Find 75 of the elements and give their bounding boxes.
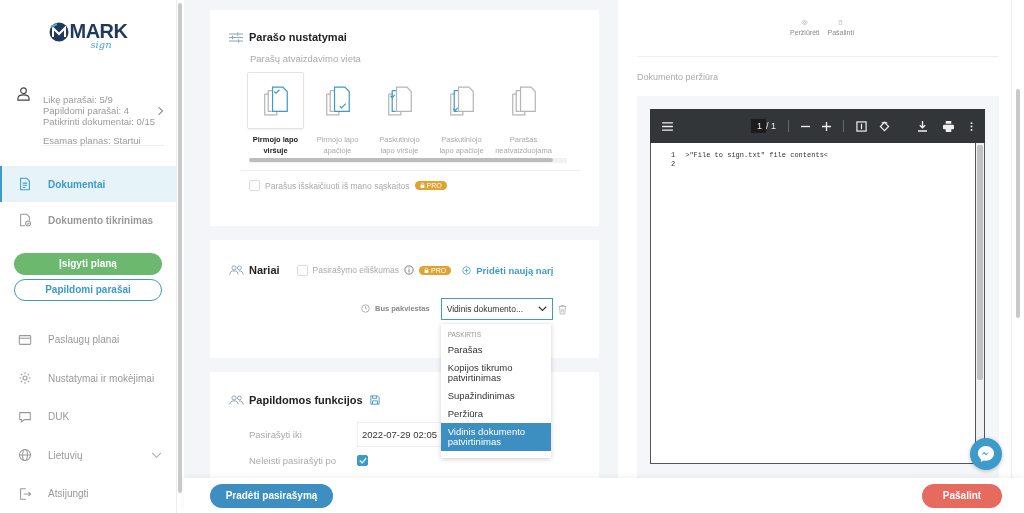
- nav-item[interactable]: Dokumento tikrinimas: [0, 202, 176, 239]
- user-icon: [16, 86, 31, 102]
- dropdown-option[interactable]: Parašas: [440, 341, 551, 359]
- preview-title: Dokumento peržiūra: [637, 72, 720, 82]
- remove-button[interactable]: Pašalint: [922, 483, 1002, 508]
- more-icon[interactable]: [970, 120, 973, 132]
- dropdown-option[interactable]: Kopijos tikrumo patvirtinimas: [440, 359, 551, 387]
- dropdown-option[interactable]: Vidinis dokumento patvirtinimas: [440, 423, 551, 451]
- globe-icon: [18, 448, 32, 463]
- scrollbar[interactable]: [178, 3, 182, 493]
- logo-emblem-icon: [48, 21, 69, 42]
- current-plan: Esamas planas: Startui: [43, 135, 142, 147]
- menu-icon[interactable]: [662, 121, 673, 131]
- nav-item[interactable]: Atsijungti: [0, 474, 176, 513]
- section-title: Papildomos funkcijos: [249, 394, 363, 406]
- document-icon: [18, 177, 32, 192]
- rotate-icon[interactable]: [879, 120, 891, 132]
- trash-icon: [836, 20, 846, 25]
- scrollbar[interactable]: [249, 158, 553, 162]
- account-stat: Patikrinti dokumentai: 0/15: [43, 116, 155, 128]
- zoom-in-icon[interactable]: [822, 121, 832, 131]
- checkbox-label: Pasirašymo eiliškumas: [312, 265, 400, 275]
- nav-item[interactable]: Dokumentai: [0, 166, 176, 203]
- chevron-down-icon: [537, 306, 547, 312]
- nav-item[interactable]: Nustatymai ir mokėjimai: [0, 359, 176, 398]
- card-icon: [18, 332, 32, 347]
- clock-icon: [361, 304, 370, 313]
- fit-page-icon[interactable]: [856, 120, 868, 132]
- logo-text: MARK: [69, 20, 128, 42]
- section-subtitle: Parašų atvaizdavimo vieta: [250, 53, 362, 64]
- add-member-link[interactable]: Pridėti naują narį: [476, 264, 554, 276]
- scrollbar[interactable]: [977, 145, 983, 380]
- extra-signatures-button[interactable]: Papildomi parašai: [14, 278, 162, 301]
- start-signing-button[interactable]: Pradėti pasirašymą: [210, 483, 333, 508]
- nav-item[interactable]: Paslaugų planai: [0, 320, 176, 359]
- document-check-icon: [18, 213, 32, 228]
- logout-icon: [18, 486, 32, 501]
- section-title: Nariai: [249, 264, 280, 276]
- info-icon: [404, 265, 415, 275]
- buy-plan-button[interactable]: Įsigyti planą: [14, 252, 162, 275]
- pages-icon: [448, 84, 475, 117]
- people-icon: [229, 265, 244, 275]
- trash-icon[interactable]: [557, 304, 567, 315]
- messenger-icon: [977, 445, 995, 463]
- role-select[interactable]: Vidinis dokumento...: [440, 298, 553, 320]
- section-title: Parašo nustatymai: [249, 31, 347, 43]
- nav-item[interactable]: Lietuvių: [0, 436, 176, 475]
- field-label: Neleisti pasirašyti po: [249, 455, 338, 466]
- eye-icon: [799, 20, 811, 25]
- pages-icon: [510, 84, 537, 117]
- dropdown-option[interactable]: Supažindinimas: [440, 387, 551, 405]
- save-icon[interactable]: [369, 395, 380, 405]
- checkbox-label: Parašus išskaičiuoti iš mano sąskaitos: [265, 180, 410, 191]
- account-stat: Papildomi parašai: 4: [43, 105, 131, 117]
- pages-icon: [262, 84, 289, 117]
- print-icon[interactable]: [943, 120, 954, 132]
- nav-item[interactable]: DUK: [0, 397, 176, 436]
- date-field[interactable]: 2022-07-29 02:05: [357, 422, 442, 447]
- chat-icon: [18, 409, 32, 424]
- people-icon: [229, 395, 244, 405]
- field-label: Pasirašyti iki: [249, 429, 303, 440]
- pages-icon: [386, 84, 413, 117]
- logo-subtitle: sign: [90, 39, 112, 50]
- add-circle-icon: [462, 265, 472, 275]
- dropdown-option[interactable]: Peržiūra: [440, 405, 551, 423]
- pages-icon: [324, 84, 351, 117]
- page-total: / 1: [766, 121, 777, 131]
- account-stat: Likę parašai: 5/9: [43, 94, 114, 106]
- checkbox[interactable]: [357, 455, 368, 466]
- scrollbar[interactable]: [1016, 88, 1020, 318]
- settings-icon: [18, 371, 32, 386]
- page-number-field[interactable]: 1: [751, 119, 766, 133]
- sliders-icon: [229, 31, 243, 43]
- chevron-right-icon[interactable]: [158, 105, 164, 116]
- download-icon[interactable]: [918, 120, 927, 132]
